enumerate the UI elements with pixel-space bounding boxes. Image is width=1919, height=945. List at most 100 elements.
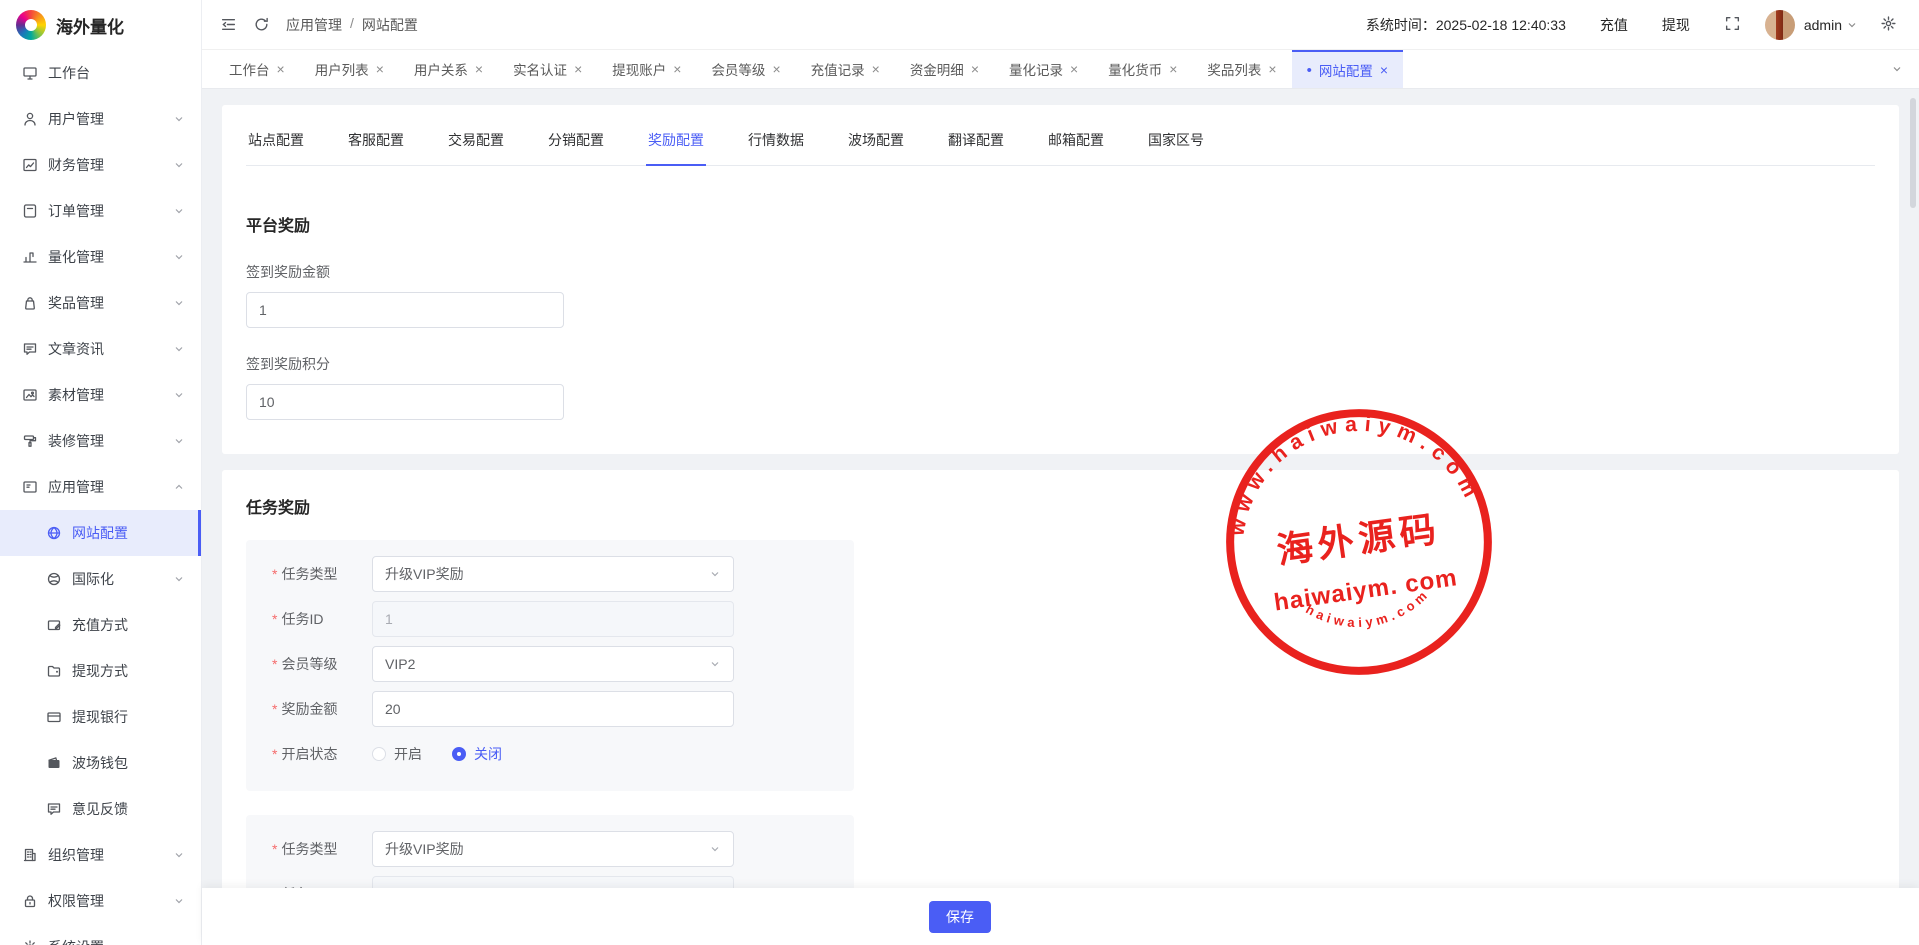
- page-tab-bar: 工作台× 用户列表× 用户关系× 实名认证× 提现账户× 会员等级× 充值记录×…: [202, 50, 1919, 89]
- close-icon[interactable]: ×: [475, 62, 483, 76]
- close-icon[interactable]: ×: [971, 62, 979, 76]
- tabbar-tab[interactable]: 用户关系×: [399, 50, 498, 88]
- tabbar-tab[interactable]: 奖品列表×: [1192, 50, 1291, 88]
- close-icon[interactable]: ×: [574, 62, 582, 76]
- task-type-select[interactable]: 升级VIP奖励: [372, 556, 734, 592]
- sidebar-item-label: 用户管理: [48, 109, 163, 129]
- sidebar-item-label: 素材管理: [48, 385, 163, 405]
- sidebar-item-tron-wallet[interactable]: 波场钱包: [0, 740, 201, 786]
- reward-amount-input[interactable]: [372, 691, 734, 727]
- sidebar-item-withdraw-method[interactable]: 提现方式: [0, 648, 201, 694]
- sidebar-item-article-news[interactable]: 文章资讯: [0, 326, 201, 372]
- sidebar-item-label: 提现银行: [72, 707, 185, 727]
- signin-amount-input[interactable]: [246, 292, 564, 328]
- breadcrumb-separator: /: [350, 15, 354, 35]
- close-icon[interactable]: ×: [277, 62, 285, 76]
- sidebar-item-label: 量化管理: [48, 247, 163, 267]
- fullscreen-icon[interactable]: [1724, 15, 1741, 32]
- sidebar-item-decor-mgmt[interactable]: 装修管理: [0, 418, 201, 464]
- sidebar-item-quant-mgmt[interactable]: 量化管理: [0, 234, 201, 280]
- sidebar-item-org-mgmt[interactable]: 组织管理: [0, 832, 201, 878]
- tabbar-tab[interactable]: 提现账户×: [597, 50, 696, 88]
- sidebar-item-label: 提现方式: [72, 661, 185, 681]
- vertical-scrollbar-thumb[interactable]: [1910, 98, 1916, 208]
- sidebar-item-site-config[interactable]: 网站配置: [0, 510, 201, 556]
- chevron-up-icon: [173, 481, 185, 493]
- sidebar-item-feedback[interactable]: 意见反馈: [0, 786, 201, 832]
- sidebar-item-order-mgmt[interactable]: 订单管理: [0, 188, 201, 234]
- signin-amount-label: 签到奖励金额: [246, 262, 1875, 282]
- signin-points-input[interactable]: [246, 384, 564, 420]
- close-icon[interactable]: ×: [1169, 62, 1177, 76]
- radio-off-label: 关闭: [474, 744, 502, 764]
- close-icon[interactable]: ×: [1268, 62, 1276, 76]
- sidebar-item-recharge-method[interactable]: 充值方式: [0, 602, 201, 648]
- recharge-button[interactable]: 充值: [1600, 15, 1628, 35]
- config-tab-tron[interactable]: 波场配置: [846, 121, 906, 165]
- withdraw-button[interactable]: 提现: [1662, 15, 1690, 35]
- required-mark: *: [272, 746, 277, 762]
- tabbar-tab[interactable]: 实名认证×: [498, 50, 597, 88]
- signin-points-label: 签到奖励积分: [246, 354, 1875, 374]
- close-icon[interactable]: ×: [1070, 62, 1078, 76]
- avatar[interactable]: [1765, 10, 1795, 40]
- config-tab-translate[interactable]: 翻译配置: [946, 121, 1006, 165]
- breadcrumb-parent[interactable]: 应用管理: [286, 15, 342, 35]
- user-menu[interactable]: admin: [1804, 17, 1858, 33]
- tabbar-tab[interactable]: 量化货币×: [1093, 50, 1192, 88]
- tabbar-tab-active[interactable]: •网站配置×: [1292, 50, 1403, 88]
- sidebar-item-material-mgmt[interactable]: 素材管理: [0, 372, 201, 418]
- tab-label: 量化记录: [1009, 59, 1063, 79]
- tabbar-tab[interactable]: 量化记录 ×: [994, 50, 1093, 88]
- config-tab-mail[interactable]: 邮箱配置: [1046, 121, 1106, 165]
- required-mark: *: [272, 611, 277, 627]
- tabbar-tab[interactable]: 充值记录×: [796, 50, 895, 88]
- config-tab-service[interactable]: 客服配置: [346, 121, 406, 165]
- sidebar-item-sys-settings[interactable]: 系统设置: [0, 924, 201, 945]
- config-tab-distribution[interactable]: 分销配置: [546, 121, 606, 165]
- order-icon: [22, 203, 38, 219]
- sidebar-item-user-mgmt[interactable]: 用户管理: [0, 96, 201, 142]
- sidebar-item-i18n[interactable]: 国际化: [0, 556, 201, 602]
- sidebar-item-prize-mgmt[interactable]: 奖品管理: [0, 280, 201, 326]
- vip-level-select[interactable]: VIP2: [372, 646, 734, 682]
- radio-off-checked[interactable]: 关闭: [452, 744, 502, 764]
- gear-icon[interactable]: [1880, 15, 1897, 32]
- sidebar-item-perm-mgmt[interactable]: 权限管理: [0, 878, 201, 924]
- close-icon[interactable]: ×: [376, 62, 384, 76]
- refresh-icon[interactable]: [253, 16, 270, 33]
- tabbar-tab[interactable]: 用户列表×: [300, 50, 399, 88]
- sidebar-item-app-mgmt[interactable]: 应用管理: [0, 464, 201, 510]
- config-tab-market[interactable]: 行情数据: [746, 121, 806, 165]
- chevron-down-icon: [173, 389, 185, 401]
- top-header: 应用管理 / 网站配置 系统时间：2025-02-18 12:40:33 充值 …: [202, 0, 1919, 50]
- sidebar-item-finance-mgmt[interactable]: 财务管理: [0, 142, 201, 188]
- tabbar-tab[interactable]: 资金明细×: [895, 50, 994, 88]
- config-tab-trade[interactable]: 交易配置: [446, 121, 506, 165]
- config-tab-site[interactable]: 站点配置: [246, 121, 306, 165]
- main-area: 应用管理 / 网站配置 系统时间：2025-02-18 12:40:33 充值 …: [202, 0, 1919, 945]
- tabbar-tab[interactable]: 会员等级×: [696, 50, 795, 88]
- chevron-down-icon: [173, 297, 185, 309]
- recharge-icon: [46, 617, 62, 633]
- sidebar-item-label: 充值方式: [72, 615, 185, 635]
- feedback-bubble-icon: [46, 801, 62, 817]
- tab-overflow-chevron-icon[interactable]: [1891, 63, 1903, 75]
- tabbar-tab[interactable]: 工作台×: [214, 50, 300, 88]
- task-type-select[interactable]: 升级VIP奖励: [372, 831, 734, 867]
- collapse-sidebar-icon[interactable]: [220, 16, 237, 33]
- close-icon[interactable]: ×: [1380, 63, 1388, 77]
- save-button[interactable]: 保存: [929, 901, 991, 933]
- config-tab-country-code[interactable]: 国家区号: [1146, 121, 1206, 165]
- close-icon[interactable]: ×: [872, 62, 880, 76]
- radio-on[interactable]: 开启: [372, 744, 422, 764]
- wallet-icon: [46, 755, 62, 771]
- close-icon[interactable]: ×: [673, 62, 681, 76]
- task-id-value: 1: [385, 611, 393, 627]
- sidebar-item-withdraw-bank[interactable]: 提现银行: [0, 694, 201, 740]
- config-tab-reward-active[interactable]: 奖励配置: [646, 121, 706, 166]
- bank-card-icon: [46, 709, 62, 725]
- sidebar-item-workbench[interactable]: 工作台: [0, 50, 201, 96]
- gear-icon: [22, 939, 38, 945]
- close-icon[interactable]: ×: [772, 62, 780, 76]
